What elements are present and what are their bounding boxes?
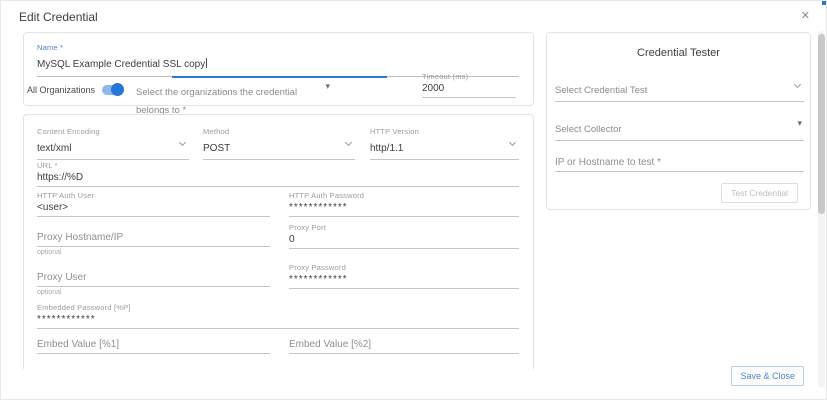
- ip-hostname-input[interactable]: [555, 155, 804, 172]
- name-label: Name *: [37, 43, 519, 52]
- method-label: Method: [203, 127, 355, 136]
- content-encoding-label: Content Encoding: [37, 127, 189, 136]
- ip-hostname-field[interactable]: [555, 155, 804, 172]
- all-organizations-toggle[interactable]: [102, 85, 123, 95]
- embed-value-2-input[interactable]: [289, 337, 519, 354]
- proxy-password-input[interactable]: [289, 272, 519, 289]
- embedded-password-field[interactable]: Embedded Password [%P]: [37, 303, 519, 329]
- timeout-input[interactable]: [422, 81, 516, 98]
- embed-value-2-field[interactable]: [289, 337, 519, 354]
- http-auth-user-field[interactable]: HTTP Auth User: [37, 191, 270, 217]
- url-input[interactable]: [37, 170, 519, 187]
- chevron-down-icon: [179, 139, 186, 146]
- text-caret: [206, 58, 207, 68]
- edit-credential-dialog: Edit Credential ✕ Name * MySQL Example C…: [0, 0, 827, 400]
- proxy-port-field[interactable]: Proxy Port: [289, 223, 519, 249]
- dropdown-arrow-icon: ▾: [325, 81, 330, 92]
- http-auth-user-input[interactable]: [37, 200, 270, 217]
- proxy-hostname-input[interactable]: [37, 230, 270, 247]
- collector-select[interactable]: Select Collector ▾: [555, 117, 804, 141]
- all-organizations-label: All Organizations: [27, 85, 95, 95]
- dialog-title: Edit Credential: [19, 10, 98, 24]
- http-version-select[interactable]: HTTP Version http/1.1: [370, 127, 519, 160]
- credential-tester-card: Credential Tester Select Credential Test…: [546, 32, 811, 210]
- window-corner-artifact: [822, 1, 826, 5]
- credential-test-select[interactable]: Select Credential Test: [555, 78, 804, 102]
- embed-value-1-input[interactable]: [37, 337, 270, 354]
- proxy-user-input[interactable]: [37, 270, 270, 287]
- proxy-hostname-helper: optional: [37, 249, 270, 256]
- proxy-hostname-field[interactable]: optional: [37, 230, 270, 256]
- proxy-password-field[interactable]: Proxy Password: [289, 263, 519, 289]
- embed-value-1-field[interactable]: [37, 337, 270, 354]
- method-select[interactable]: Method POST: [203, 127, 355, 160]
- http-auth-user-label: HTTP Auth User: [37, 191, 270, 200]
- credential-tester-title: Credential Tester: [547, 47, 810, 59]
- embedded-password-input[interactable]: [37, 312, 519, 329]
- proxy-user-field[interactable]: optional: [37, 270, 270, 296]
- proxy-port-input[interactable]: [289, 232, 519, 249]
- dropdown-arrow-icon: ▾: [797, 118, 802, 129]
- url-label: URL *: [37, 161, 519, 170]
- test-credential-button[interactable]: Test Credential: [721, 183, 798, 203]
- chevron-down-icon: [509, 139, 516, 146]
- proxy-password-label: Proxy Password: [289, 263, 519, 272]
- toggle-knob: [111, 83, 124, 96]
- chevron-down-icon: [345, 139, 352, 146]
- proxy-port-label: Proxy Port: [289, 223, 519, 232]
- scrollbar[interactable]: [818, 31, 825, 388]
- chevron-down-icon: [794, 81, 801, 88]
- content-encoding-select[interactable]: Content Encoding text/xml: [37, 127, 189, 160]
- focus-underline: [172, 76, 387, 78]
- http-version-label: HTTP Version: [370, 127, 519, 136]
- url-field[interactable]: URL *: [37, 161, 519, 187]
- scrollbar-thumb[interactable]: [818, 34, 825, 214]
- basic-info-card: Name * MySQL Example Credential SSL copy…: [23, 32, 534, 106]
- embedded-password-label: Embedded Password [%P]: [37, 303, 519, 312]
- timeout-label: Timeout (ms): [422, 72, 516, 81]
- http-auth-password-input[interactable]: [289, 200, 519, 217]
- proxy-user-helper: optional: [37, 289, 270, 296]
- http-auth-password-field[interactable]: HTTP Auth Password: [289, 191, 519, 217]
- credential-details-card: Content Encoding text/xml Method POST HT…: [23, 114, 534, 369]
- close-icon[interactable]: ✕: [801, 9, 810, 23]
- save-close-button[interactable]: Save & Close: [731, 366, 804, 386]
- timeout-field[interactable]: Timeout (ms): [422, 72, 516, 98]
- http-auth-password-label: HTTP Auth Password: [289, 191, 519, 200]
